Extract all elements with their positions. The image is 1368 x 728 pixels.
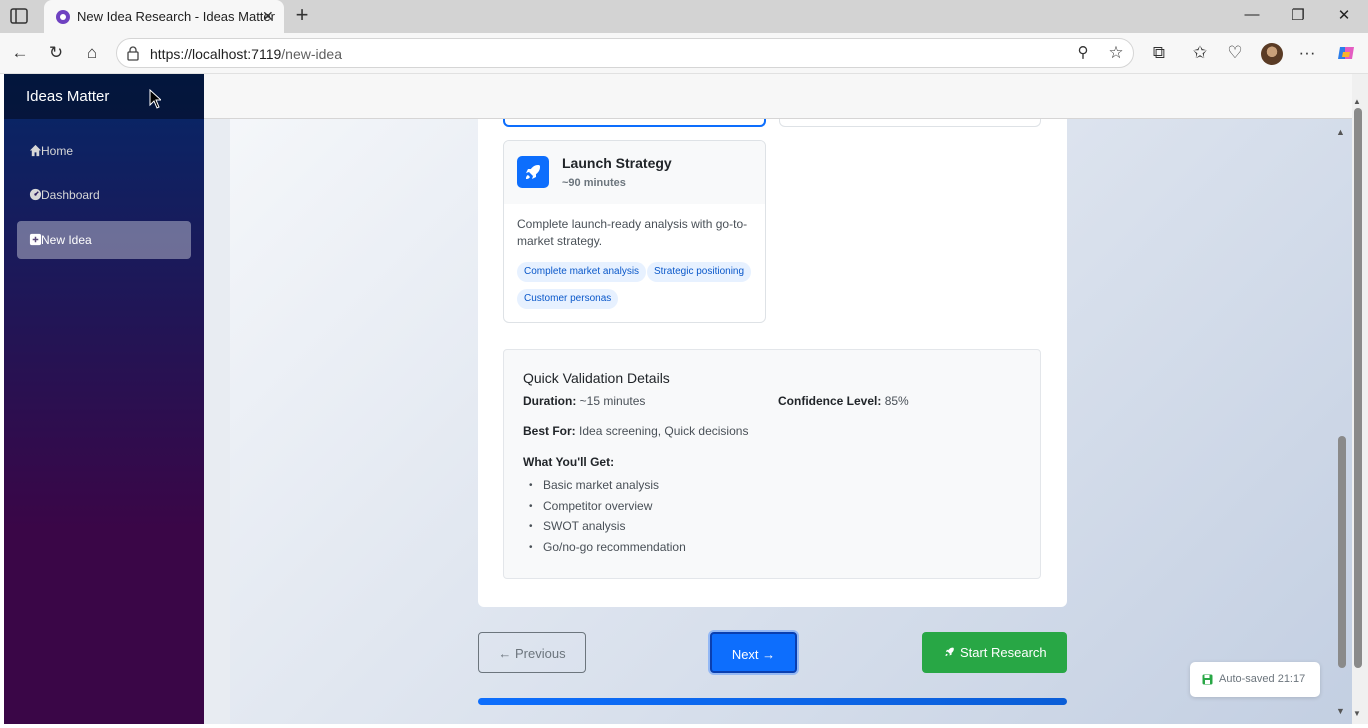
url-text[interactable]: https://localhost:7119/new-idea	[150, 46, 342, 62]
content-gutter	[204, 119, 230, 724]
best-for-value: Idea screening, Quick decisions	[579, 424, 749, 438]
list-item: Competitor overview	[523, 498, 686, 519]
zoom-icon[interactable]: ⚲	[1073, 43, 1093, 63]
option-card-header: Launch Strategy ~90 minutes	[504, 141, 765, 204]
previous-label: Previous	[515, 646, 566, 661]
back-icon[interactable]: ←	[10, 43, 30, 63]
scroll-down-icon[interactable]: ▼	[1353, 709, 1361, 718]
save-icon	[1202, 674, 1213, 685]
start-research-button[interactable]: Start Research	[922, 632, 1067, 673]
more-icon[interactable]: ···	[1297, 43, 1317, 63]
refresh-icon[interactable]: ↻	[46, 43, 66, 63]
favorite-icon[interactable]: ☆	[1106, 43, 1126, 63]
confidence-label: Confidence Level:	[778, 394, 882, 408]
deliverables-list: Basic market analysis Competitor overvie…	[523, 477, 686, 559]
content-scroll-thumb[interactable]	[1338, 436, 1346, 668]
main-content: Launch Strategy ~90 minutes Complete lau…	[204, 119, 1352, 724]
list-item: Go/no-go recommendation	[523, 539, 686, 560]
list-item: SWOT analysis	[523, 518, 686, 539]
home-icon[interactable]: ⌂	[82, 43, 102, 63]
extensions-icon[interactable]: ⧉	[1149, 43, 1169, 63]
sidebar-item-label: New Idea	[41, 233, 92, 247]
details-title: Quick Validation Details	[523, 370, 670, 386]
sidebar-item-home[interactable]: Home	[17, 132, 191, 170]
sidebar-toggle-icon[interactable]	[10, 8, 28, 24]
sidebar-item-label: Dashboard	[41, 188, 100, 202]
best-for-row: Best For: Idea screening, Quick decision…	[523, 424, 748, 438]
app-root: Ideas Matter Home Dashboard New Idea Lau…	[4, 74, 1352, 724]
option-title: Launch Strategy	[562, 155, 672, 171]
autosave-toast: Auto-saved 21:17	[1190, 662, 1320, 697]
scroll-up-icon[interactable]: ▲	[1353, 97, 1361, 106]
best-for-label: Best For:	[523, 424, 576, 438]
validation-details-panel: Quick Validation Details Duration: ~15 m…	[503, 349, 1041, 579]
content-scroll-up-icon[interactable]: ▲	[1336, 127, 1345, 137]
duration-value: ~15 minutes	[579, 394, 646, 408]
next-button[interactable]: Next →	[710, 632, 797, 673]
option-description: Complete launch-ready analysis with go-t…	[517, 217, 748, 248]
feature-tag: Complete market analysis	[517, 262, 647, 282]
feature-tag: Strategic positioning	[647, 262, 752, 282]
rocket-icon	[945, 647, 955, 656]
sidebar-item-label: Home	[41, 144, 74, 158]
minimize-icon[interactable]: —	[1242, 6, 1262, 23]
mouse-cursor-icon	[149, 89, 161, 109]
page-scroll-thumb[interactable]	[1354, 108, 1362, 668]
lock-icon[interactable]	[126, 45, 140, 61]
confidence-value: 85%	[884, 394, 909, 408]
brand-title[interactable]: Ideas Matter	[26, 88, 109, 105]
arrow-right-icon: →	[762, 647, 776, 662]
browser-tab[interactable]: New Idea Research - Ideas Matter ✕	[44, 0, 284, 33]
content-scroll-down-icon[interactable]: ▼	[1336, 706, 1345, 716]
option-card-selected[interactable]	[503, 119, 766, 127]
arrow-left-icon: ←	[498, 646, 512, 661]
wizard-progress-bar	[478, 698, 1067, 705]
close-window-icon[interactable]: ✕	[1334, 6, 1354, 24]
restore-icon[interactable]: ❐	[1288, 6, 1308, 24]
autosave-text: Auto-saved 21:17	[1219, 673, 1306, 685]
top-row	[204, 74, 1352, 119]
option-card[interactable]	[779, 119, 1041, 127]
browser-tab-bar: New Idea Research - Ideas Matter ✕ + — ❐…	[0, 0, 1368, 33]
duration-row: Duration: ~15 minutes	[523, 394, 645, 408]
option-card-launch-strategy[interactable]: Launch Strategy ~90 minutes Complete lau…	[503, 140, 766, 323]
feature-tag: Customer personas	[517, 289, 619, 309]
sidebar: Ideas Matter Home Dashboard New Idea	[4, 74, 204, 724]
confidence-row: Confidence Level: 85%	[778, 394, 909, 408]
what-you-get-title: What You'll Get:	[523, 455, 615, 469]
new-tab-icon[interactable]: +	[291, 4, 313, 26]
app-favicon-icon	[56, 10, 70, 24]
profile-avatar[interactable]	[1261, 43, 1283, 65]
address-bar[interactable]: https://localhost:7119/new-idea ⚲ ☆	[116, 38, 1134, 68]
option-duration: ~90 minutes	[562, 177, 626, 189]
copilot-icon[interactable]	[1336, 43, 1356, 63]
next-label: Next	[731, 647, 759, 662]
sidebar-item-new-idea[interactable]: New Idea	[17, 221, 191, 259]
duration-label: Duration:	[523, 394, 577, 408]
health-icon[interactable]: ♡	[1225, 43, 1245, 63]
start-research-label: Start Research	[959, 645, 1047, 660]
wizard-card: Launch Strategy ~90 minutes Complete lau…	[478, 119, 1067, 607]
brand-bar: Ideas Matter	[4, 74, 204, 119]
close-tab-icon[interactable]: ✕	[262, 8, 274, 25]
browser-toolbar: ← ↻ ⌂ https://localhost:7119/new-idea ⚲ …	[0, 33, 1368, 74]
sidebar-item-dashboard[interactable]: Dashboard	[17, 176, 191, 214]
tab-title: New Idea Research - Ideas Matter	[77, 9, 275, 24]
list-item: Basic market analysis	[523, 477, 686, 498]
previous-button[interactable]: ← Previous	[478, 632, 586, 673]
rocket-icon	[526, 165, 540, 179]
favorites-icon[interactable]: ✩	[1190, 43, 1210, 63]
rocket-icon-box	[517, 156, 549, 188]
